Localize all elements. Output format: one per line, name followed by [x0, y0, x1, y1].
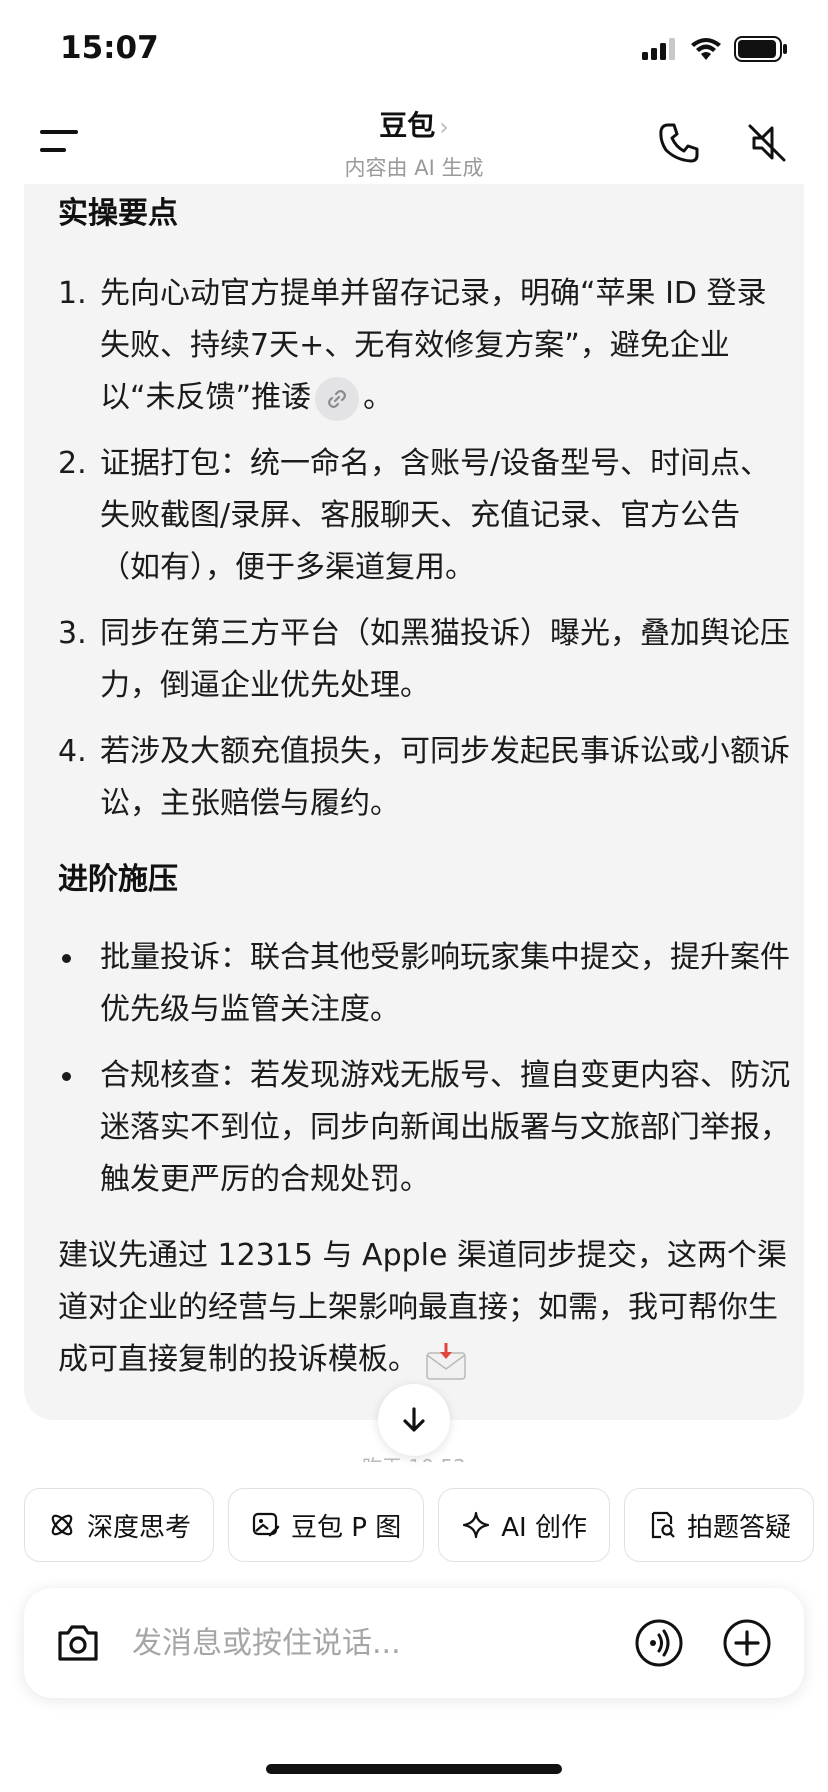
bullet-dot — [62, 954, 71, 963]
chip-deep-think[interactable]: 深度思考 — [24, 1488, 215, 1562]
mute-icon[interactable] — [744, 120, 790, 166]
list-item-text: 批量投诉：联合其他受影响玩家集中提交，提升案件优先级与监管关注度。 — [100, 940, 790, 1027]
envelope-icon — [426, 1342, 466, 1380]
message-input[interactable] — [132, 1618, 532, 1668]
list-number: 1. — [58, 276, 87, 311]
list-item: 1. 先向心动官方提单并留存记录，明确“苹果 ID 登录失败、持续7天+、无有效… — [58, 268, 794, 424]
scroll-to-bottom-button[interactable] — [378, 1384, 450, 1456]
list-item: 3. 同步在第三方平台（如黑猫投诉）曝光，叠加舆论压力，倒逼企业优先处理。 — [58, 608, 794, 712]
image-edit-icon — [252, 1512, 280, 1537]
voice-icon[interactable] — [634, 1618, 684, 1668]
signal-icon — [642, 38, 675, 60]
chat-title: 豆包 — [379, 109, 436, 142]
chip-label: AI 创作 — [501, 1512, 587, 1543]
chip-image-edit[interactable]: 豆包 P 图 — [228, 1488, 425, 1562]
composer — [24, 1588, 804, 1698]
bullet-dot — [62, 1072, 71, 1081]
chevron-right-icon: › — [439, 113, 449, 141]
status-time: 15:07 — [60, 30, 159, 66]
message-content: 实操要点 1. 先向心动官方提单并留存记录，明确“苹果 ID 登录失败、持续7天… — [58, 184, 794, 1386]
closing-text: 建议先通过 12315 与 Apple 渠道同步提交，这两个渠道对企业的经营与上… — [58, 1238, 787, 1377]
status-icons — [642, 36, 788, 62]
wifi-icon — [691, 38, 721, 60]
chip-photo-question[interactable]: 拍题答疑 — [623, 1488, 814, 1562]
closing-paragraph: 建议先通过 12315 与 Apple 渠道同步提交，这两个渠道对企业的经营与上… — [58, 1230, 794, 1386]
chip-label: 深度思考 — [87, 1512, 192, 1543]
list-item-text: 合规核查：若发现游戏无版号、擅自变更内容、防沉迷落实不到位，同步向新闻出版署与文… — [100, 1058, 790, 1197]
list-item-text: 同步在第三方平台（如黑猫投诉）曝光，叠加舆论压力，倒逼企业优先处理。 — [100, 616, 790, 703]
status-bar: 15:07 — [0, 0, 828, 96]
camera-icon[interactable] — [54, 1619, 102, 1667]
list-item-text: 若涉及大额充值损失，可同步发起民事诉讼或小额诉讼，主张赔偿与履约。 — [100, 734, 790, 821]
sparkle-icon — [463, 1511, 490, 1539]
bullet-list: 批量投诉：联合其他受影响玩家集中提交，提升案件优先级与监管关注度。 合规核查：若… — [58, 932, 794, 1206]
list-number: 3. — [58, 616, 87, 651]
list-number: 2. — [58, 446, 87, 481]
list-item: 批量投诉：联合其他受影响玩家集中提交，提升案件优先级与监管关注度。 — [58, 932, 794, 1036]
battery-icon — [734, 36, 787, 62]
chip-label: 豆包 P 图 — [291, 1512, 402, 1543]
link-icon[interactable] — [315, 376, 360, 421]
phone-icon[interactable] — [656, 120, 702, 166]
list-number: 4. — [58, 734, 87, 769]
list-item-tail: 。 — [363, 380, 394, 415]
chat-title-area[interactable]: 豆包 › 内容由 AI 生成 — [0, 104, 828, 182]
ordered-list: 1. 先向心动官方提单并留存记录，明确“苹果 ID 登录失败、持续7天+、无有效… — [58, 268, 794, 830]
section-heading: 实操要点 — [58, 196, 178, 231]
ai-generated-notice: 内容由 AI 生成 — [344, 156, 484, 180]
list-item: 合规核查：若发现游戏无版号、擅自变更内容、防沉迷落实不到位，同步向新闻出版署与文… — [58, 1050, 794, 1206]
list-item-text: 先向心动官方提单并留存记录，明确“苹果 ID 登录失败、持续7天+、无有效修复方… — [100, 276, 767, 415]
assistant-message: 实操要点 1. 先向心动官方提单并留存记录，明确“苹果 ID 登录失败、持续7天… — [24, 184, 804, 1420]
list-item: 4. 若涉及大额充值损失，可同步发起民事诉讼或小额诉讼，主张赔偿与履约。 — [58, 726, 794, 830]
list-item-text: 证据打包：统一命名，含账号/设备型号、时间点、失败截图/录屏、客服聊天、充值记录… — [100, 446, 771, 585]
message-timestamp: 昨天 10:52 — [0, 1452, 828, 1462]
chip-ai-create[interactable]: AI 创作 — [438, 1488, 610, 1562]
list-item: 2. 证据打包：统一命名，含账号/设备型号、时间点、失败截图/录屏、客服聊天、充… — [58, 438, 794, 594]
nav-bar: 豆包 › 内容由 AI 生成 — [0, 96, 828, 184]
section-heading: 进阶施压 — [58, 862, 178, 897]
photo-question-icon — [651, 1511, 675, 1539]
home-indicator — [266, 1764, 562, 1774]
deep-think-icon — [51, 1514, 73, 1536]
chip-label: 拍题答疑 — [686, 1512, 791, 1543]
quick-actions: 深度思考 豆包 P 图 AI 创作 拍题答疑 — [24, 1488, 828, 1562]
plus-icon[interactable] — [722, 1618, 772, 1668]
arrow-down-icon — [403, 1407, 425, 1432]
